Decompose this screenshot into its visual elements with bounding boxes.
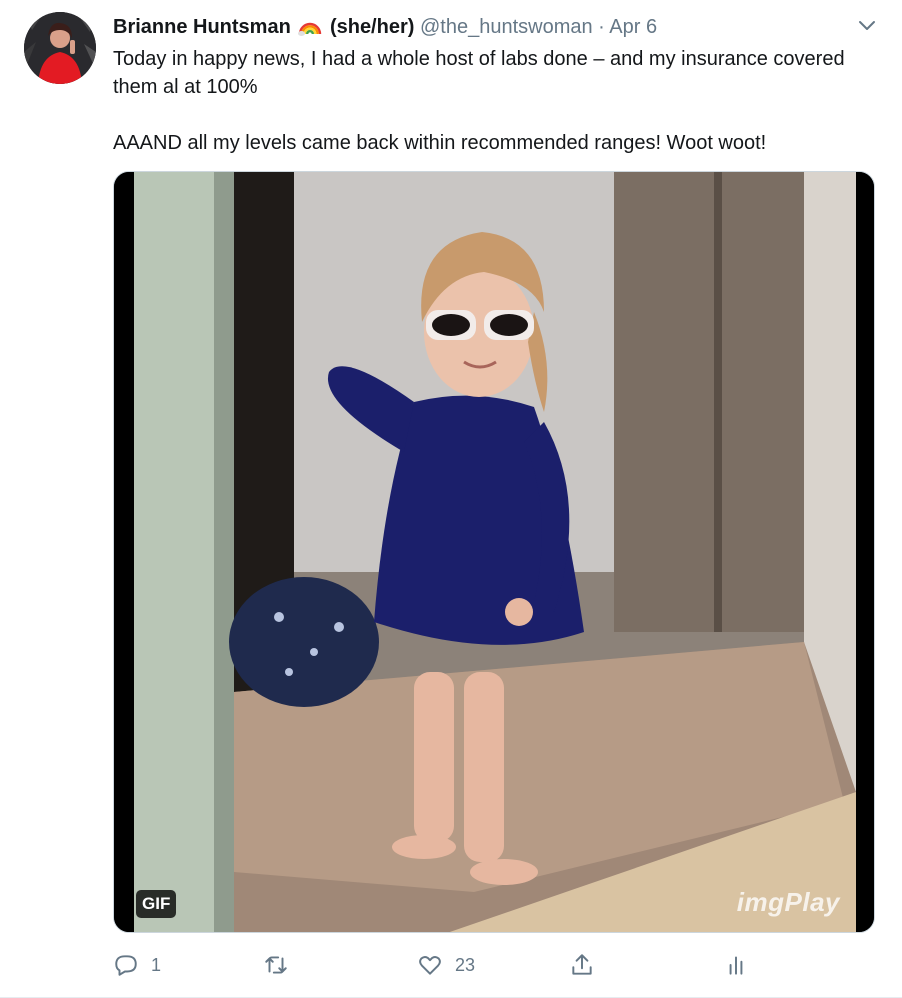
heart-icon: [419, 956, 441, 975]
retweet-button[interactable]: [263, 948, 301, 982]
analytics-button[interactable]: [723, 948, 749, 982]
share-button[interactable]: [569, 948, 595, 982]
imgplay-watermark: imgPlay: [736, 887, 840, 917]
author-pronouns: (she/her): [329, 16, 415, 38]
gif-badge: GIF: [136, 890, 177, 918]
tweet-paragraph-1: Today in happy news, I had a whole host …: [113, 48, 845, 98]
tweet-card[interactable]: Brianne Huntsman (she/her) @the_huntswom…: [0, 0, 902, 998]
gif-image: [114, 172, 874, 932]
separator-dot: ·: [598, 16, 605, 38]
reply-icon: [115, 955, 137, 976]
like-count: 23: [455, 954, 476, 975]
tweet-text: Today in happy news, I had a whole host …: [113, 45, 883, 157]
chevron-down-icon[interactable]: [856, 14, 878, 36]
avatar-image: [24, 12, 96, 84]
rainbow-icon: [298, 22, 322, 36]
author-handle[interactable]: @the_huntswoman: [420, 16, 593, 38]
author-name[interactable]: Brianne Huntsman: [113, 16, 291, 38]
gif-media[interactable]: GIF imgPlay: [113, 171, 875, 933]
tweet-actions: 1 23: [113, 948, 883, 982]
tweet-header: Brianne Huntsman (she/her) @the_huntswom…: [113, 14, 842, 42]
share-icon: [572, 954, 592, 975]
like-button[interactable]: 23: [417, 948, 475, 982]
reply-button[interactable]: 1: [113, 948, 161, 982]
tweet-paragraph-2: AAAND all my levels came back within rec…: [113, 132, 767, 154]
analytics-icon: [729, 956, 743, 975]
avatar[interactable]: [24, 12, 96, 84]
tweet-date[interactable]: Apr 6: [609, 16, 657, 38]
reply-count: 1: [151, 954, 162, 975]
retweet-icon: [265, 956, 287, 974]
